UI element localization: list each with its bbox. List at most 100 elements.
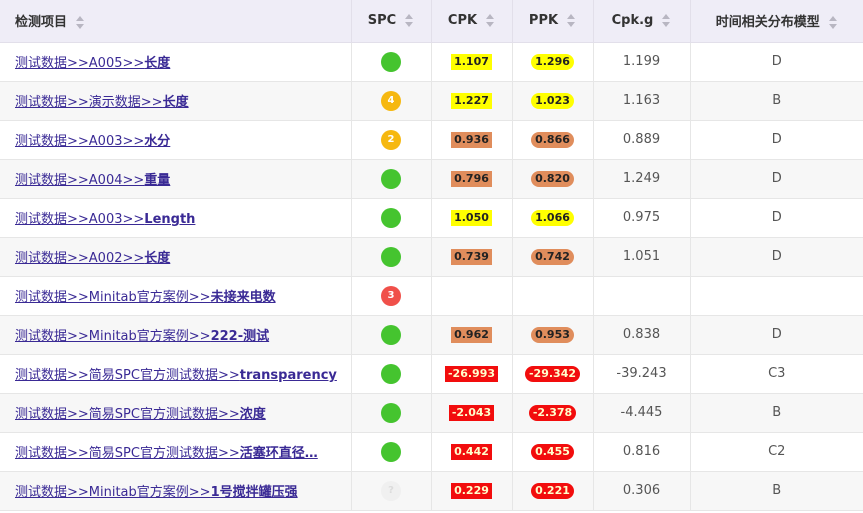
spc-cell: 2 <box>351 120 432 160</box>
spc-status-icon[interactable]: 4 <box>381 90 401 111</box>
spc-cell <box>351 237 432 277</box>
item-name: 长度 <box>144 251 171 266</box>
item-name: 长度 <box>162 95 189 110</box>
table-row: 测试数据>>简易SPC官方测试数据>>活塞环直径… 0.442 0.455 0.816… <box>0 432 863 472</box>
model-value: D <box>771 54 782 69</box>
spc-status-icon[interactable]: 2 <box>381 129 401 150</box>
ppk-cell: 0.820 <box>512 159 594 199</box>
model-value: D <box>771 171 782 186</box>
sort-arrows-icon[interactable] <box>405 14 414 28</box>
spc-status-icon[interactable] <box>381 168 401 189</box>
col-header-spc-label: SPC <box>367 13 397 29</box>
item-link[interactable]: 测试数据>>A003>>Length <box>15 212 195 227</box>
item-name: 1号搅拌罐压强 <box>210 485 298 500</box>
col-header-cpk[interactable]: CPK <box>431 0 513 43</box>
item-path: 测试数据>>A005>> <box>15 56 145 71</box>
spc-cell <box>351 198 432 238</box>
col-header-ppk[interactable]: PPK <box>512 0 594 43</box>
sort-arrows-icon[interactable] <box>828 16 838 30</box>
spc-cell: 4 <box>351 81 432 121</box>
item-link[interactable]: 测试数据>>演示数据>>长度 <box>15 95 189 110</box>
model-cell: C3 <box>690 354 863 394</box>
cpk-cell: 1.050 <box>431 198 513 238</box>
model-value: D <box>771 210 782 225</box>
cpk-cell <box>431 276 513 316</box>
col-header-model[interactable]: 时间相关分布模型 <box>690 0 863 43</box>
sort-arrows-icon[interactable] <box>662 14 671 28</box>
cpkg-value: 0.889 <box>622 132 661 147</box>
item-name: transparency <box>239 368 337 383</box>
cpk-cell: 0.739 <box>431 237 513 277</box>
spc-status-icon[interactable]: ? <box>381 480 401 501</box>
ppk-cell: 1.296 <box>512 42 594 82</box>
item-link[interactable]: 测试数据>>简易SPC官方测试数据>>浓度 <box>15 407 266 422</box>
table-row: 测试数据>>A005>>长度 1.107 1.296 1.199 D <box>0 42 863 82</box>
item-name: 水分 <box>144 134 171 149</box>
item-link[interactable]: 测试数据>>Minitab官方案例>>1号搅拌罐压强 <box>15 485 298 500</box>
col-header-item[interactable]: 检测项目 <box>0 0 352 43</box>
item-link[interactable]: 测试数据>>A003>>水分 <box>15 134 170 149</box>
spc-status-icon[interactable] <box>381 51 401 72</box>
item-link[interactable]: 测试数据>>A005>>长度 <box>15 56 170 71</box>
item-name: 长度 <box>144 56 171 71</box>
spc-cell: ? <box>351 471 432 511</box>
spc-status-icon[interactable] <box>381 363 401 384</box>
cpkg-cell: 0.838 <box>593 315 691 355</box>
table-row: 测试数据>>简易SPC官方测试数据>>transparency -26.993 -2… <box>0 354 863 394</box>
spc-status-icon[interactable] <box>381 324 401 345</box>
item-cell: 测试数据>>简易SPC官方测试数据>>浓度 <box>0 393 352 433</box>
item-link[interactable]: 测试数据>>简易SPC官方测试数据>>transparency <box>15 368 337 383</box>
sort-arrows-icon[interactable] <box>567 14 576 28</box>
table-header: 检测项目 SPC CPK PPK Cpk.g 时间相关分布模型 <box>0 0 863 43</box>
spc-status-icon[interactable] <box>381 441 401 462</box>
cpkg-cell: 1.163 <box>593 81 691 121</box>
model-value: B <box>772 483 782 498</box>
sort-arrows-icon[interactable] <box>76 16 85 30</box>
ppk-cell: -29.342 <box>512 354 594 394</box>
sort-arrows-icon[interactable] <box>486 14 495 28</box>
spc-cell <box>351 393 432 433</box>
cpk-value: -26.993 <box>444 365 498 382</box>
spc-status-icon[interactable] <box>381 246 401 267</box>
cpkg-cell: 0.889 <box>593 120 691 160</box>
cpkg-value: 0.306 <box>622 483 661 498</box>
item-link[interactable]: 测试数据>>Minitab官方案例>>222-测试 <box>15 329 269 344</box>
model-cell: D <box>690 159 863 199</box>
item-cell: 测试数据>>简易SPC官方测试数据>>transparency <box>0 354 352 394</box>
col-header-cpkg[interactable]: Cpk.g <box>593 0 691 43</box>
item-cell: 测试数据>>Minitab官方案例>>未接来电数 <box>0 276 352 316</box>
ppk-value: -29.342 <box>524 365 580 382</box>
item-link[interactable]: 测试数据>>A004>>重量 <box>15 173 170 188</box>
ppk-cell: 0.866 <box>512 120 594 160</box>
ppk-cell: 0.742 <box>512 237 594 277</box>
model-value: B <box>772 93 782 108</box>
item-link[interactable]: 测试数据>>简易SPC官方测试数据>>活塞环直径… <box>15 446 318 461</box>
cpk-value: 0.229 <box>451 482 492 499</box>
item-cell: 测试数据>>简易SPC官方测试数据>>活塞环直径… <box>0 432 352 472</box>
spc-status-icon[interactable] <box>381 402 401 423</box>
item-name: 222-测试 <box>210 329 270 344</box>
item-link[interactable]: 测试数据>>A002>>长度 <box>15 251 170 266</box>
table-row: 测试数据>>演示数据>>长度 4 1.227 1.023 1.163 B <box>0 81 863 121</box>
item-path: 测试数据>>Minitab官方案例>> <box>15 329 211 344</box>
item-path: 测试数据>>简易SPC官方测试数据>> <box>15 446 240 461</box>
item-name: 重量 <box>144 173 171 188</box>
spc-status-icon[interactable]: 3 <box>381 285 401 306</box>
col-header-spc[interactable]: SPC <box>351 0 432 43</box>
cpk-cell: 0.229 <box>431 471 513 511</box>
table-row: 测试数据>>A003>>水分 2 0.936 0.866 0.889 D <box>0 120 863 160</box>
model-cell: D <box>690 315 863 355</box>
item-name: Length <box>144 212 196 227</box>
item-path: 测试数据>>A003>> <box>15 134 145 149</box>
ppk-value: 0.742 <box>531 248 574 265</box>
model-cell: B <box>690 471 863 511</box>
cpkg-value: 0.975 <box>622 210 661 225</box>
cpk-cell: 0.962 <box>431 315 513 355</box>
ppk-cell: 1.066 <box>512 198 594 238</box>
cpkg-value: -4.445 <box>620 405 663 420</box>
table-row: 测试数据>>A003>>Length 1.050 1.066 0.975 D <box>0 198 863 238</box>
item-link[interactable]: 测试数据>>Minitab官方案例>>未接来电数 <box>15 290 276 305</box>
spc-status-icon[interactable] <box>381 207 401 228</box>
spc-cell: 3 <box>351 276 432 316</box>
model-value: D <box>771 249 782 264</box>
